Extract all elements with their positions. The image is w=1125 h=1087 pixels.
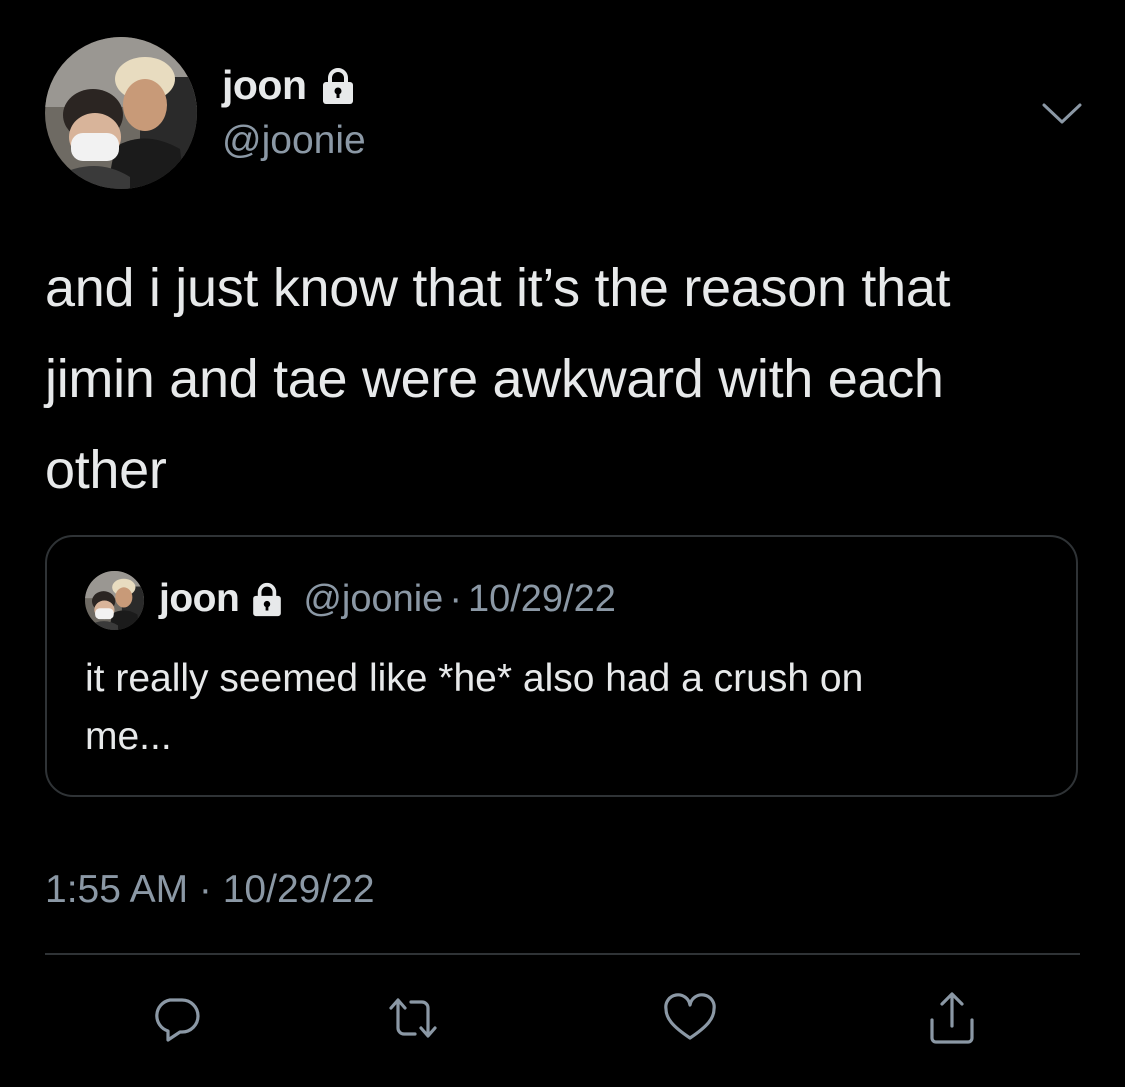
separator-dot: · [449,577,462,620]
retweet-icon [389,998,437,1038]
quoted-tweet-card[interactable]: joon @joonie · 10/29/22 it really seemed… [45,535,1078,797]
tweet-text-line: other [45,440,167,500]
quoted-author-avatar[interactable] [85,571,144,630]
retweet-button[interactable] [385,990,441,1046]
reply-button[interactable] [148,990,204,1046]
author-handle[interactable]: @joonie [222,119,366,163]
heart-icon [664,993,716,1040]
tweet-text-line: and i just know that it’s the reason tha… [45,258,951,318]
tweet-text-line: jimin and tae were awkward with each [45,349,944,409]
author-avatar[interactable] [45,37,197,189]
quoted-author-handle[interactable]: @joonie [303,578,443,621]
quoted-tweet-text-line: it really seemed like *he* also had a cr… [85,657,864,700]
reply-icon [155,998,200,1042]
divider [45,953,1080,955]
avatar-image [85,571,144,630]
quoted-tweet-text: it really seemed like *he* also had a cr… [85,650,1045,766]
chevron-down-icon[interactable] [1040,100,1084,128]
quoted-tweet-date: 10/29/22 [467,577,616,620]
tweet-timestamp[interactable]: 1:55 AM · 10/29/22 [45,868,375,912]
share-button[interactable] [924,990,980,1046]
like-button[interactable] [662,990,718,1046]
author-display-name[interactable]: joon [222,62,355,109]
share-icon [930,992,974,1044]
quoted-author-name[interactable]: joon [159,577,240,621]
quoted-tweet-text-line: me... [85,715,172,758]
author-name-text: joon [222,62,307,108]
lock-icon [321,67,355,105]
avatar-image [45,37,197,189]
tweet-text: and i just know that it’s the reason tha… [45,243,1095,516]
quoted-tweet-header: joon @joonie · 10/29/22 [159,577,616,621]
lock-icon [251,582,283,617]
